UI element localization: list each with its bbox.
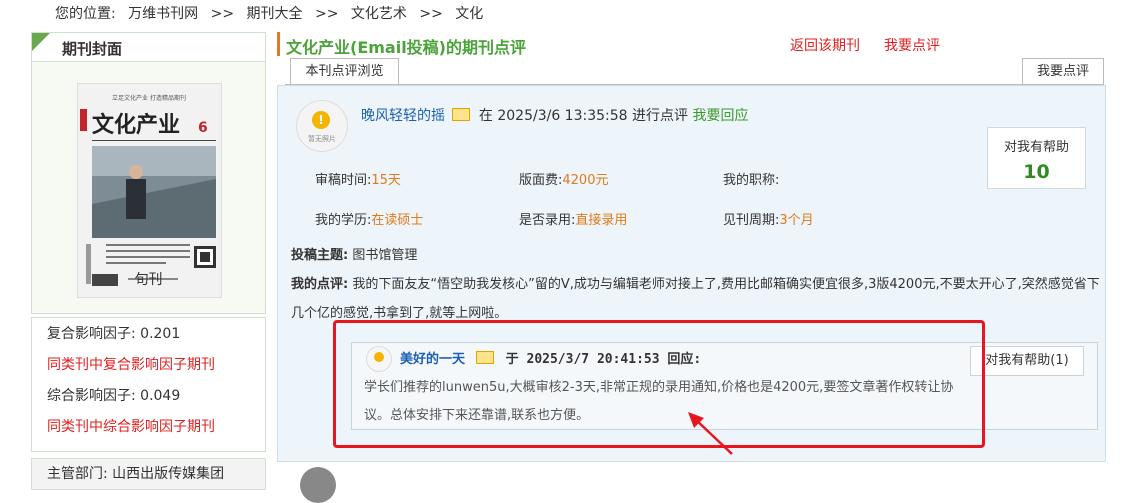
impact-factor-panel: 复合影响因子: 0.201 同类刊中复合影响因子期刊 综合影响因子: 0.049… <box>31 317 266 452</box>
cover-panel: 期刊封面 立足文化产业 打造精品期刊 文化产业 6 旬刊 <box>31 32 266 314</box>
helpful-count: 10 <box>1023 161 1050 183</box>
composite-impact-factor-label: 复合影响因子: <box>47 326 136 342</box>
cover-panel-header: 期刊封面 <box>32 33 265 62</box>
tab-browse-reviews[interactable]: 本刊点评浏览 <box>290 58 399 85</box>
envelope-icon[interactable] <box>452 108 471 121</box>
composite-impact-factor-value: 0.201 <box>140 326 181 342</box>
page-fee-value: 4200元 <box>562 173 609 188</box>
job-title-field: 我的职称: <box>723 169 779 188</box>
job-title-label: 我的职称: <box>723 173 780 188</box>
comprehensive-impact-factor-label: 综合影响因子: <box>47 388 136 404</box>
cover-panel-title: 期刊封面 <box>62 40 123 58</box>
title-accent-bar <box>277 32 280 56</box>
tab-write-review[interactable]: 我要点评 <box>1022 58 1104 85</box>
cover-issue: 6 <box>198 120 208 136</box>
comprehensive-impact-factor: 综合影响因子: 0.049 <box>47 385 180 405</box>
breadcrumb-prefix: 您的位置: <box>55 6 116 22</box>
back-to-journal-link[interactable]: 返回该期刊 <box>790 35 860 55</box>
page-title: 文化产业(Email投稿)的期刊点评 <box>286 38 526 57</box>
respond-link[interactable]: 我要回应 <box>692 108 748 124</box>
comprehensive-factor-ranking-link[interactable]: 同类刊中综合影响因子期刊 <box>47 416 215 436</box>
comprehensive-impact-factor-value: 0.049 <box>140 388 181 404</box>
breadcrumb-sep: >> <box>315 6 339 22</box>
cover-frequency: 旬刊 <box>134 272 163 288</box>
submission-theme-label: 投稿主题: <box>291 248 349 263</box>
publication-period-label: 见刊周期: <box>723 213 780 228</box>
reply-helpful-button[interactable]: 对我有帮助(1) <box>970 346 1084 376</box>
next-reviewer-avatar[interactable] <box>300 467 336 503</box>
write-review-link[interactable]: 我要点评 <box>884 35 940 55</box>
cover-illustration: 立足文化产业 打造精品期刊 文化产业 6 <box>78 84 221 297</box>
department-panel: 主管部门: 山西出版传媒集团 <box>31 458 266 490</box>
breadcrumb-culture[interactable]: 文化 <box>455 6 483 22</box>
review-comment-label: 我的点评: <box>291 277 349 292</box>
acceptance-field: 是否录用:直接录用 <box>519 209 627 228</box>
page-fee-field: 版面费:4200元 <box>519 169 608 188</box>
review-duration-value: 15天 <box>371 173 401 188</box>
department-text: 主管部门: 山西出版传媒集团 <box>47 466 225 482</box>
review-meta: 晚风轻轻的摇 在 2025/3/6 13:35:58 进行点评 我要回应 <box>361 105 748 125</box>
education-value: 在读硕士 <box>371 213 424 228</box>
cover-journal-name: 文化产业 <box>92 112 180 138</box>
reviewer-name-link[interactable]: 晚风轻轻的摇 <box>361 108 445 124</box>
breadcrumb-home[interactable]: 万维书刊网 <box>128 6 198 22</box>
review-duration-label: 审稿时间: <box>315 173 372 188</box>
breadcrumb-culture-art[interactable]: 文化艺术 <box>351 6 407 22</box>
helpful-counter[interactable]: 对我有帮助 10 <box>987 127 1086 189</box>
breadcrumb-sep: >> <box>210 6 235 22</box>
review-comment-text: 我的下面友友“悟空助我发核心”留的V,成功与编辑老师对接上了,费用比邮箱确实便宜… <box>291 277 1100 321</box>
acceptance-value: 直接录用 <box>575 213 628 228</box>
helpful-label: 对我有帮助 <box>1003 140 1069 155</box>
cover-tagline: 立足文化产业 打造精品期刊 <box>112 94 186 102</box>
education-label: 我的学历: <box>315 213 372 228</box>
breadcrumb: 您的位置: 万维书刊网 >> 期刊大全 >> 文化艺术 >> 文化 <box>55 3 491 23</box>
arrow-annotation-icon <box>688 412 733 455</box>
publication-period-field: 见刊周期:3个月 <box>723 209 814 228</box>
highlight-box <box>333 320 985 448</box>
composite-impact-factor: 复合影响因子: 0.201 <box>47 323 180 343</box>
breadcrumb-journals[interactable]: 期刊大全 <box>247 6 303 22</box>
review-duration-field: 审稿时间:15天 <box>315 169 401 188</box>
publication-period-value: 3个月 <box>779 213 814 228</box>
submission-theme-value: 图书馆管理 <box>352 248 418 263</box>
avatar-placeholder-label: 暂无照片 <box>308 135 336 143</box>
education-field: 我的学历:在读硕士 <box>315 209 423 228</box>
composite-factor-ranking-link[interactable]: 同类刊中复合影响因子期刊 <box>47 354 215 374</box>
journal-cover-image[interactable]: 立足文化产业 打造精品期刊 文化产业 6 <box>77 83 222 298</box>
acceptance-label: 是否录用: <box>519 213 576 228</box>
breadcrumb-sep: >> <box>419 6 443 22</box>
avatar[interactable]: ! 暂无照片 <box>296 100 348 152</box>
corner-marker-icon <box>32 33 50 51</box>
review-time-text: 在 2025/3/6 13:35:58 进行点评 <box>478 108 689 124</box>
avatar-placeholder-icon: ! <box>312 111 330 129</box>
page-fee-label: 版面费: <box>519 173 563 188</box>
submission-theme: 投稿主题: 图书馆管理 <box>291 244 417 263</box>
